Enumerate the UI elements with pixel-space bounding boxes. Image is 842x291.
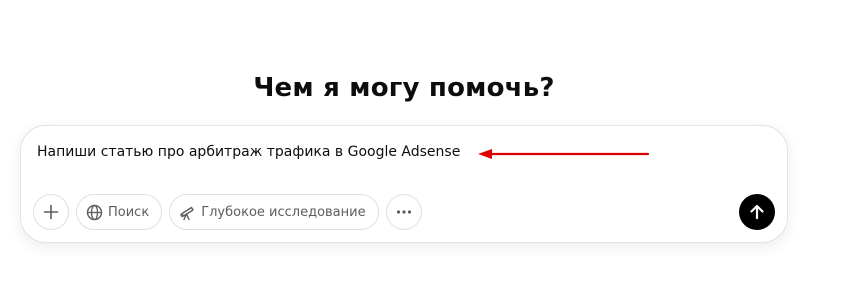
ellipsis-icon	[396, 210, 411, 214]
plus-icon	[43, 204, 59, 220]
composer-toolbar: Поиск Глубокое исследование	[33, 194, 422, 230]
globe-icon	[86, 204, 103, 221]
more-options-button[interactable]	[385, 194, 422, 230]
page: Чем я могу помочь? Напиши статью про арб…	[0, 0, 842, 291]
prompt-input[interactable]: Напиши статью про арбитраж трафика в Goo…	[37, 142, 460, 162]
telescope-icon	[179, 204, 196, 221]
composer: Напиши статью про арбитраж трафика в Goo…	[20, 125, 788, 243]
add-button[interactable]	[33, 194, 69, 230]
send-button[interactable]	[739, 194, 775, 230]
search-button[interactable]: Поиск	[76, 194, 163, 230]
deep-research-button[interactable]: Глубокое исследование	[169, 194, 379, 230]
red-arrow-annotation	[478, 149, 650, 159]
page-title: Чем я могу помочь?	[253, 73, 555, 103]
deep-research-button-label: Глубокое исследование	[201, 204, 366, 220]
arrow-up-icon	[750, 204, 764, 220]
search-button-label: Поиск	[108, 204, 150, 220]
